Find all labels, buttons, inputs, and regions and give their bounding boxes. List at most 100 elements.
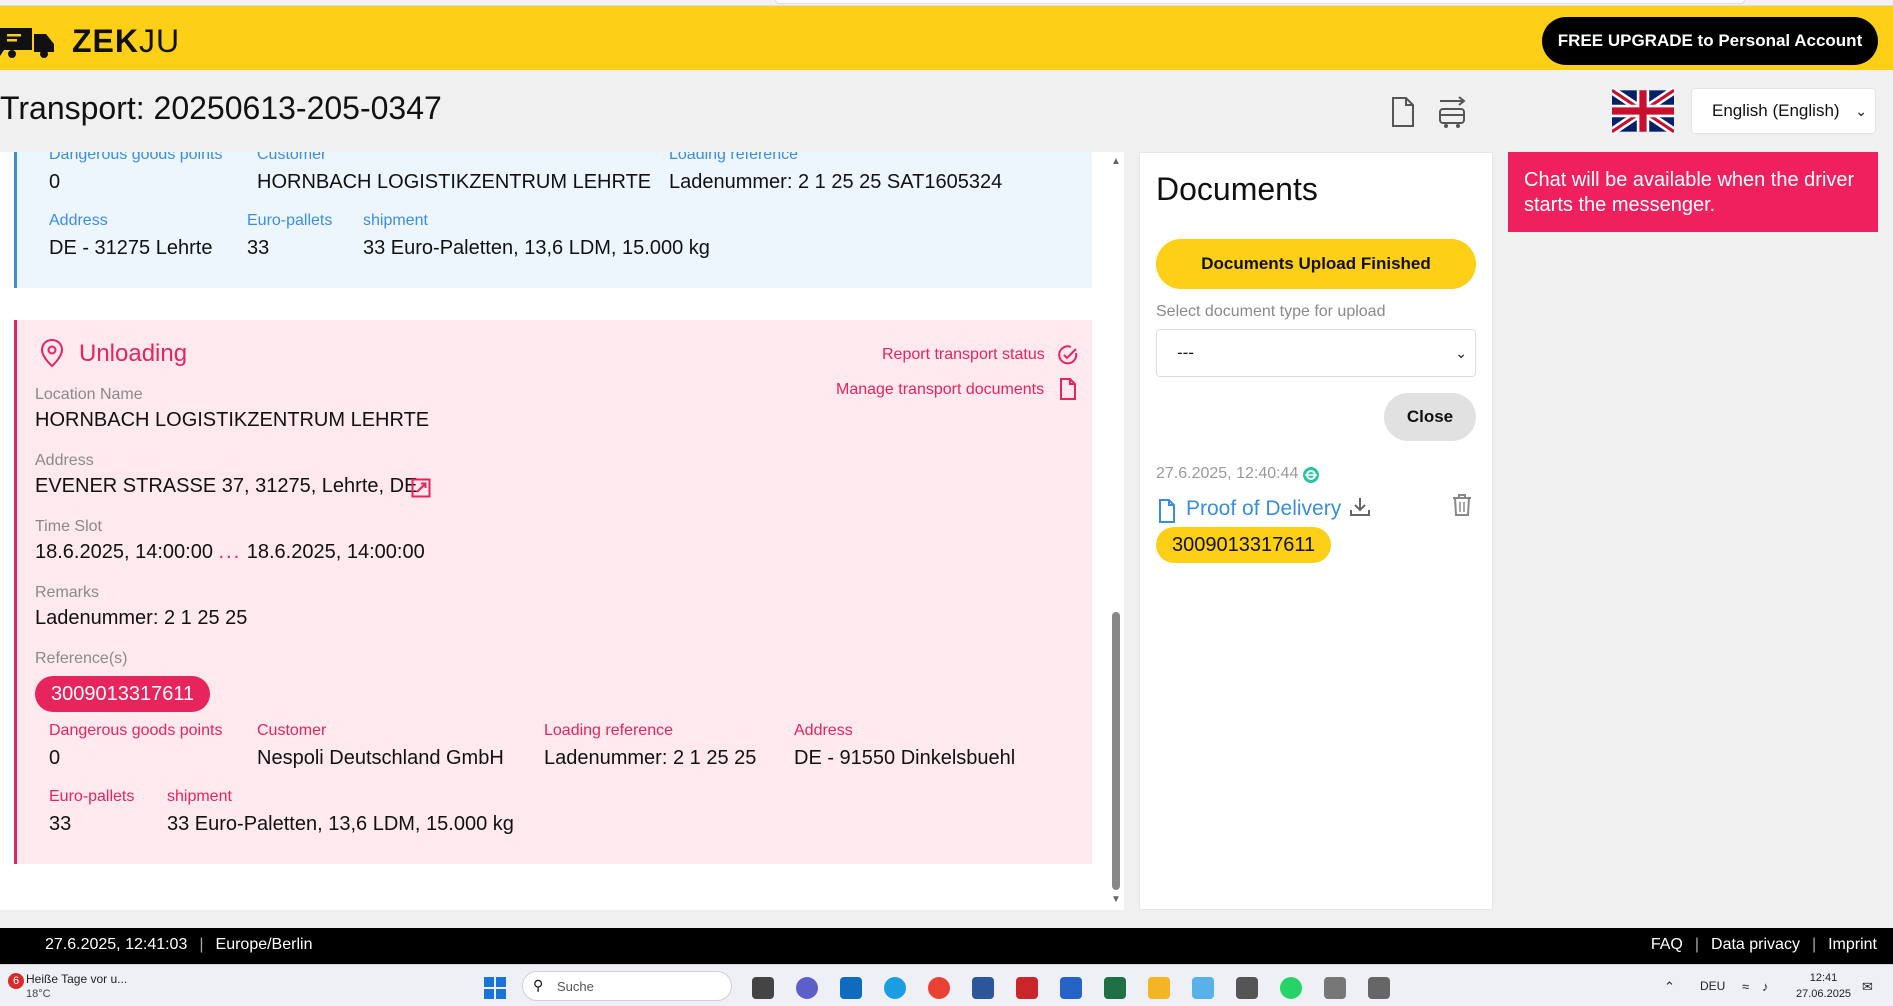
shipment-value: 33 Euro-Paletten, 13,6 LDM, 15.000 kg [167,813,514,835]
imprint-link[interactable]: Imprint [1828,936,1877,953]
manage-documents-link[interactable]: Manage transport documents [836,381,1044,399]
download-icon[interactable] [1348,495,1372,519]
scrollbar-thumb[interactable] [1112,612,1120,890]
browser-tab-edge [775,0,1745,4]
printer-app-icon[interactable] [1236,977,1258,999]
detail-address-value: DE - 91550 Dinkelsbuehl [794,747,1016,769]
documents-upload-finished-button[interactable]: Documents Upload Finished [1156,239,1476,289]
teams-icon[interactable] [796,977,818,999]
whatsapp-icon[interactable] [1280,977,1302,999]
shipment-label: shipment [363,212,428,229]
time-slot-to: 18.6.2025, 14:00:00 [246,541,425,563]
language-select[interactable]: English (English) ⌄ [1691,88,1876,134]
printer-queue-icon[interactable] [1368,977,1390,999]
unloading-card: Unloading Report transport status Manage… [14,320,1092,864]
footer-timezone: Europe/Berlin [215,936,313,953]
word-icon[interactable] [972,977,994,999]
search-placeholder: Suche [557,979,594,994]
address-label: Address [49,212,108,229]
time-slot-from: 18.6.2025, 14:00:00 [35,541,213,563]
chevron-up-icon[interactable]: ⌃ [1664,979,1675,995]
customer-label: Customer [257,152,327,163]
close-button[interactable]: Close [1384,393,1476,441]
location-label: Location Name [35,386,143,403]
truck-logo-icon[interactable] [0,26,58,60]
euro-pallets-label: Euro-pallets [247,212,333,229]
unloading-title: Unloading [79,340,188,367]
printer-icon[interactable] [1324,977,1346,999]
references-label: Reference(s) [35,650,128,667]
loading-reference-value: Ladenummer: 2 1 25 25 SAT1605324 [669,171,1003,193]
footer-info: 27.6.2025, 12:41:03 | Europe/Berlin [45,936,313,953]
chat-unavailable-notice: Chat will be available when the driver s… [1508,152,1878,232]
euro-pallets-label: Euro-pallets [49,788,135,805]
upgrade-button[interactable]: FREE UPGRADE to Personal Account [1542,17,1878,65]
address-value: DE - 31275 Lehrte [49,237,213,259]
documents-panel: Documents Documents Upload Finished Sele… [1139,152,1493,910]
shipment-label: shipment [167,788,232,805]
document-timestamp: 27.6.2025, 12:40:44 [1156,465,1299,482]
app-header: ZEKJU FREE UPGRADE to Personal Account [0,6,1893,70]
time-slot-label: Time Slot [35,518,102,535]
detail-address-label: Address [794,722,853,739]
loading-card: Dangerous goods points Customer Loading … [14,152,1092,288]
dangerous-goods-value: 0 [49,747,61,769]
clock-time: 12:41 [1809,972,1838,984]
loading-reference-label: Loading reference [669,152,798,163]
brand-name[interactable]: ZEKJU [72,23,180,60]
document-link[interactable]: Proof of Delivery [1186,497,1341,521]
document-type-label: Select document type for upload [1156,303,1386,320]
outlook-icon[interactable] [840,977,862,999]
loading-reference-label: Loading reference [544,722,673,739]
time-slot-value: 18.6.2025, 14:00:00 ... 18.6.2025, 14:00… [35,541,425,564]
system-clock[interactable]: 12:41 27.06.2025 [1796,970,1851,1002]
dangerous-goods-label: Dangerous goods points [49,722,223,739]
dangerous-goods-label: Dangerous goods points [49,152,223,163]
file-explorer-icon[interactable] [1148,977,1170,999]
check-circle-icon[interactable] [1057,344,1079,366]
chevron-down-icon: ⌄ [1855,103,1867,119]
pdf-reader-icon[interactable] [1016,977,1038,999]
transport-details-panel: Dangerous goods points Customer Loading … [0,152,1124,910]
customer-value: HORNBACH LOGISTIKZENTRUM LEHRTE [257,171,652,193]
chevron-down-icon: ⌄ [1455,345,1467,361]
snipping-tool-icon[interactable] [1192,977,1214,999]
footer-links: FAQ | Data privacy | Imprint [1650,936,1877,953]
notification-bell-icon[interactable]: ✉ [1862,979,1873,995]
search-icon: ⚲ [533,977,544,993]
dangerous-goods-value: 0 [49,171,61,193]
remarks-label: Remarks [35,584,100,601]
euro-pallets-value: 33 [247,237,270,259]
document-icon[interactable] [1059,378,1077,400]
scroll-down-icon[interactable]: ▼ [1111,894,1121,905]
shipment-value: 33 Euro-Paletten, 13,6 LDM, 15.000 kg [363,237,710,259]
euro-pallets-value: 33 [49,813,72,835]
location-value: HORNBACH LOGISTIKZENTRUM LEHRTE [35,409,430,431]
taskbar-search[interactable]: ⚲ Suche [522,971,732,1001]
document-type-select[interactable]: --- ⌄ [1156,329,1476,377]
speaker-icon[interactable]: ♪ [1762,979,1769,994]
wifi-icon[interactable]: ≈ [1742,979,1749,994]
faq-link[interactable]: FAQ [1651,936,1683,953]
input-language[interactable]: DEU [1700,979,1725,993]
trash-icon[interactable] [1452,493,1472,517]
documents-title: Documents [1156,171,1318,207]
edit-icon[interactable] [411,478,431,498]
report-status-link[interactable]: Report transport status [882,346,1045,364]
language-value: English (English) [1712,101,1840,120]
edge-icon[interactable] [884,977,906,999]
data-privacy-link[interactable]: Data privacy [1711,936,1800,953]
scroll-up-icon[interactable]: ▲ [1111,156,1121,167]
clock-date: 27.06.2025 [1796,988,1852,1000]
weather-widget[interactable]: Heiße Tage vor u... [26,972,127,986]
store-icon[interactable] [1060,977,1082,999]
file-icon [1159,499,1175,523]
task-view-icon[interactable] [752,977,774,999]
excel-icon[interactable] [1104,977,1126,999]
uk-flag-icon[interactable] [1612,88,1674,134]
document-icon[interactable] [1390,96,1416,128]
address-value: EVENER STRASSE 37, 31275, Lehrte, DE [35,475,418,497]
chrome-icon[interactable] [928,977,950,999]
vehicle-icon[interactable] [1437,95,1467,129]
windows-start-icon[interactable] [484,977,506,999]
